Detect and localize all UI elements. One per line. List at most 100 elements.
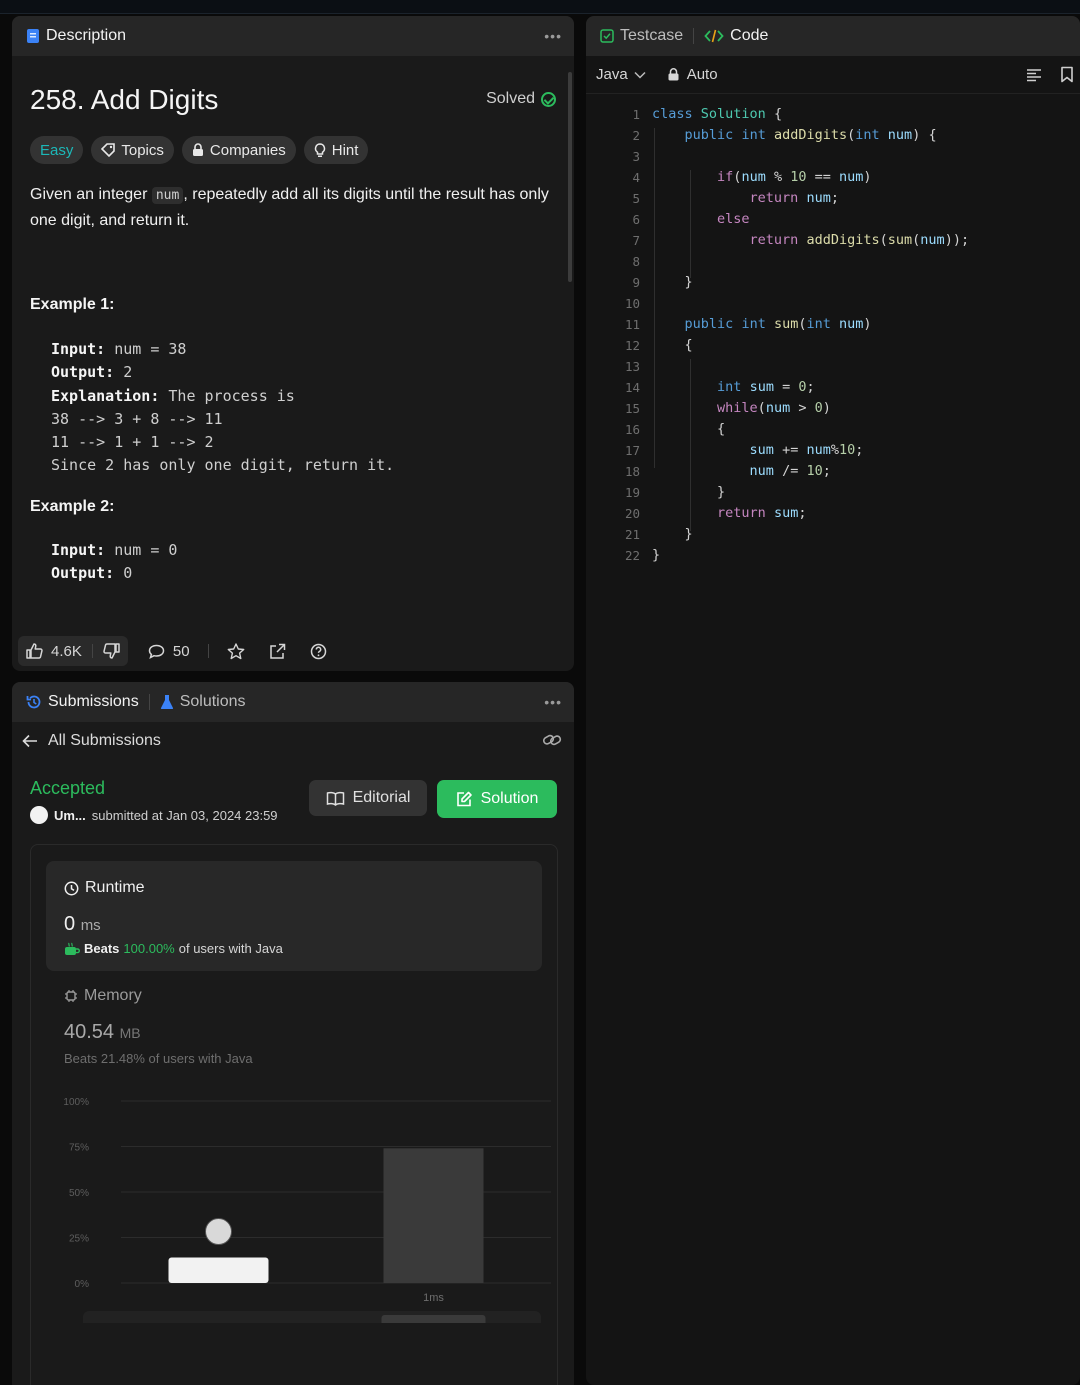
document-icon (27, 29, 39, 43)
all-submissions-label: All Submissions (48, 732, 161, 749)
runtime-beats-percent: 100.00% (123, 941, 175, 956)
lock-icon (192, 143, 203, 156)
star-icon (227, 642, 244, 659)
format-icon[interactable] (1026, 68, 1042, 82)
like-count: 4.6K (51, 642, 82, 660)
more-icon[interactable]: ••• (544, 28, 562, 44)
thumbs-up-icon (26, 643, 43, 659)
difficulty-tag[interactable]: Easy (30, 136, 84, 164)
code-icon (704, 29, 724, 43)
editorial-button[interactable]: Editorial (309, 780, 427, 816)
distribution-chart[interactable]: 100%75%50%25%0%1ms1ms (31, 1083, 559, 1323)
username[interactable]: Um... (54, 808, 86, 823)
solution-label: Solution (480, 790, 539, 807)
tab-code-label: Code (730, 27, 769, 44)
user-marker-avatar (205, 1218, 232, 1246)
y-tick-label: 75% (69, 1143, 89, 1154)
runtime-value: 0 ms (64, 913, 101, 935)
performance-stats: Runtime 0 ms Beats 100.00% of users with… (30, 844, 558, 1385)
tab-testcase[interactable]: Testcase (600, 27, 683, 45)
y-tick-label: 100% (63, 1097, 89, 1108)
tab-submissions-label: Submissions (48, 693, 139, 710)
example2-title: Example 2: (30, 498, 115, 515)
line-number: 20 (624, 506, 640, 521)
line-number: 1 (632, 107, 640, 122)
line-number: 19 (624, 485, 640, 500)
solved-status: Solved (486, 90, 556, 108)
code-editor[interactable]: class Solution { public int addDigits(in… (652, 104, 969, 566)
share-icon (269, 643, 285, 659)
like-button[interactable]: 4.6K (26, 643, 82, 660)
y-tick-label: 0% (75, 1279, 90, 1290)
avatar[interactable] (30, 806, 48, 824)
book-icon (326, 791, 344, 806)
comments-button[interactable]: 50 (148, 643, 190, 660)
topics-tag[interactable]: Topics (91, 136, 174, 164)
hint-tag[interactable]: Hint (303, 136, 369, 164)
y-tick-label: 25% (69, 1234, 89, 1245)
more-icon[interactable]: ••• (544, 694, 562, 710)
x-tick-label: 1ms (423, 1292, 444, 1304)
tab-code[interactable]: Code (704, 27, 768, 45)
header-divider (148, 694, 150, 710)
line-number: 3 (632, 149, 640, 164)
inline-code-num: num (151, 187, 184, 204)
submission-meta: Um... submitted at Jan 03, 2024 23:59 (30, 806, 278, 824)
header-divider (693, 28, 695, 44)
description-scrollbar[interactable] (568, 72, 572, 282)
runtime-title: Runtime (64, 879, 145, 897)
line-number: 15 (624, 401, 640, 416)
distribution-bar (383, 1148, 484, 1283)
minimap-window (381, 1315, 486, 1323)
runtime-beats: Beats 100.00% of users with Java (64, 941, 283, 956)
line-number: 5 (632, 191, 640, 206)
vote-group: 4.6K (18, 636, 128, 666)
runtime-card[interactable]: Runtime 0 ms Beats 100.00% of users with… (46, 861, 542, 971)
tab-description[interactable]: Description (26, 27, 126, 45)
companies-tag[interactable]: Companies (181, 136, 296, 164)
tab-submissions[interactable]: Submissions (26, 693, 139, 711)
language-select[interactable]: Java (596, 66, 646, 83)
distribution-bar (168, 1257, 269, 1283)
window-top-strip (0, 0, 1080, 14)
y-tick-label: 50% (69, 1188, 89, 1199)
tab-testcase-label: Testcase (620, 27, 684, 44)
description-footer: 4.6K 50 (18, 636, 327, 666)
vote-divider (91, 644, 93, 658)
tab-description-label: Description (46, 27, 127, 44)
footer-divider (207, 644, 209, 658)
edit-icon (456, 791, 472, 807)
example1-title: Example 1: (30, 296, 115, 313)
dislike-button[interactable] (103, 643, 120, 659)
example1-block: Input: num = 38 Output: 2 Explanation: T… (51, 340, 395, 475)
share-button[interactable] (269, 643, 286, 660)
tab-solutions[interactable]: Solutions (160, 693, 246, 711)
flask-icon (160, 695, 173, 709)
memory-beats: Beats 21.48% of users with Java (64, 1051, 253, 1066)
back-nav[interactable]: All Submissions (12, 722, 574, 760)
line-number: 7 (632, 233, 640, 248)
line-number: 4 (632, 170, 640, 185)
tag-row: Easy Topics Companies Hint (30, 136, 369, 164)
history-icon (26, 695, 41, 709)
memory-title[interactable]: Memory (64, 987, 142, 1005)
favorite-button[interactable] (227, 642, 245, 660)
line-number: 12 (624, 338, 640, 353)
mode-select[interactable]: Auto (668, 66, 718, 83)
question-circle-icon (310, 643, 326, 659)
line-number: 16 (624, 422, 640, 437)
solved-label: Solved (486, 90, 535, 107)
comment-count: 50 (172, 642, 190, 660)
language-label: Java (596, 66, 628, 83)
solution-button[interactable]: Solution (437, 780, 557, 818)
memory-value: 40.54 MB (64, 1021, 141, 1043)
java-icon (65, 942, 80, 955)
description-panel: Description ••• 258. Add Digits Solved E… (12, 16, 574, 671)
help-button[interactable] (310, 643, 327, 660)
line-number: 2 (632, 128, 640, 143)
check-circle-icon (541, 91, 556, 107)
chevron-down-icon (634, 71, 646, 79)
line-number: 6 (632, 212, 640, 227)
link-icon[interactable] (542, 732, 562, 748)
bookmark-icon[interactable] (1060, 66, 1074, 83)
